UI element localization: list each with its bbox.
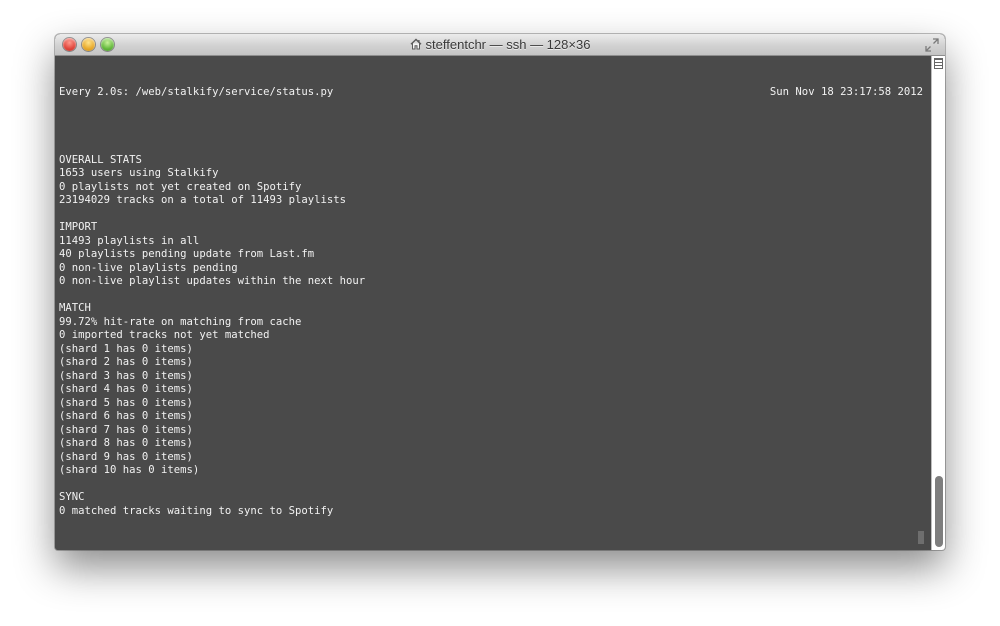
terminal-line: 11493 playlists in all — [59, 234, 200, 247]
terminal-line: (shard 5 has 0 items) — [59, 396, 193, 409]
terminal-line: OVERALL STATS — [59, 153, 142, 166]
terminal-line: 0 imported tracks not yet matched — [59, 329, 270, 341]
terminal-line: (shard 4 has 0 items) — [59, 383, 193, 395]
terminal-line: 23194029 tracks on a total of 11493 play… — [59, 194, 347, 206]
terminal-line: (shard 6 has 0 items) — [59, 410, 193, 422]
watch-command: Every 2.0s: /web/stalkify/service/status… — [59, 86, 334, 98]
watch-timestamp: Sun Nov 18 23:17:58 2012 — [769, 86, 923, 98]
terminal-line: (shard 1 has 0 items) — [59, 342, 193, 355]
scroll-thumb[interactable] — [935, 476, 943, 547]
terminal-cursor — [918, 531, 924, 544]
terminal-line: SYNC — [59, 491, 85, 503]
fullscreen-icon[interactable] — [925, 38, 939, 52]
terminal-content[interactable]: Every 2.0s: /web/stalkify/service/status… — [55, 56, 931, 550]
terminal-line: 0 playlists not yet created on Spotify — [59, 180, 302, 193]
window-title: steffentchr — ssh — 128×36 — [425, 37, 591, 52]
home-icon — [410, 38, 422, 50]
terminal-line: (shard 9 has 0 items) — [59, 450, 193, 463]
scrollbar[interactable] — [931, 56, 945, 550]
terminal-line: IMPORT — [59, 221, 98, 233]
terminal-line: 0 matched tracks waiting to sync to Spot… — [59, 504, 334, 517]
terminal-line: (shard 2 has 0 items) — [59, 356, 193, 368]
terminal-line: 1653 users using Stalkify — [59, 167, 219, 179]
terminal-line: (shard 8 has 0 items) — [59, 437, 193, 449]
terminal-line: (shard 3 has 0 items) — [59, 369, 193, 382]
terminal-output: OVERALL STATS 1653 users using Stalkify 0 … — [59, 127, 927, 519]
terminal-line: 99.72% hit-rate on matching from cache — [59, 315, 302, 328]
watch-header: Every 2.0s: /web/stalkify/service/status… — [59, 86, 927, 100]
terminal-line: 40 playlists pending update from Last.fm — [59, 248, 315, 260]
terminal-window: steffentchr — ssh — 128×36 Every 2.0s: /… — [55, 34, 945, 550]
terminal-line: MATCH — [59, 302, 91, 314]
terminal-line: (shard 7 has 0 items) — [59, 423, 193, 436]
terminal-line: 0 non-live playlist updates within the n… — [59, 275, 366, 287]
terminal-line: 0 non-live playlists pending — [59, 261, 238, 274]
title-bar[interactable]: steffentchr — ssh — 128×36 — [55, 34, 945, 56]
terminal-line: (shard 10 has 0 items) — [59, 464, 200, 476]
window-title-container: steffentchr — ssh — 128×36 — [55, 34, 945, 56]
scroll-top-icon — [934, 58, 943, 69]
